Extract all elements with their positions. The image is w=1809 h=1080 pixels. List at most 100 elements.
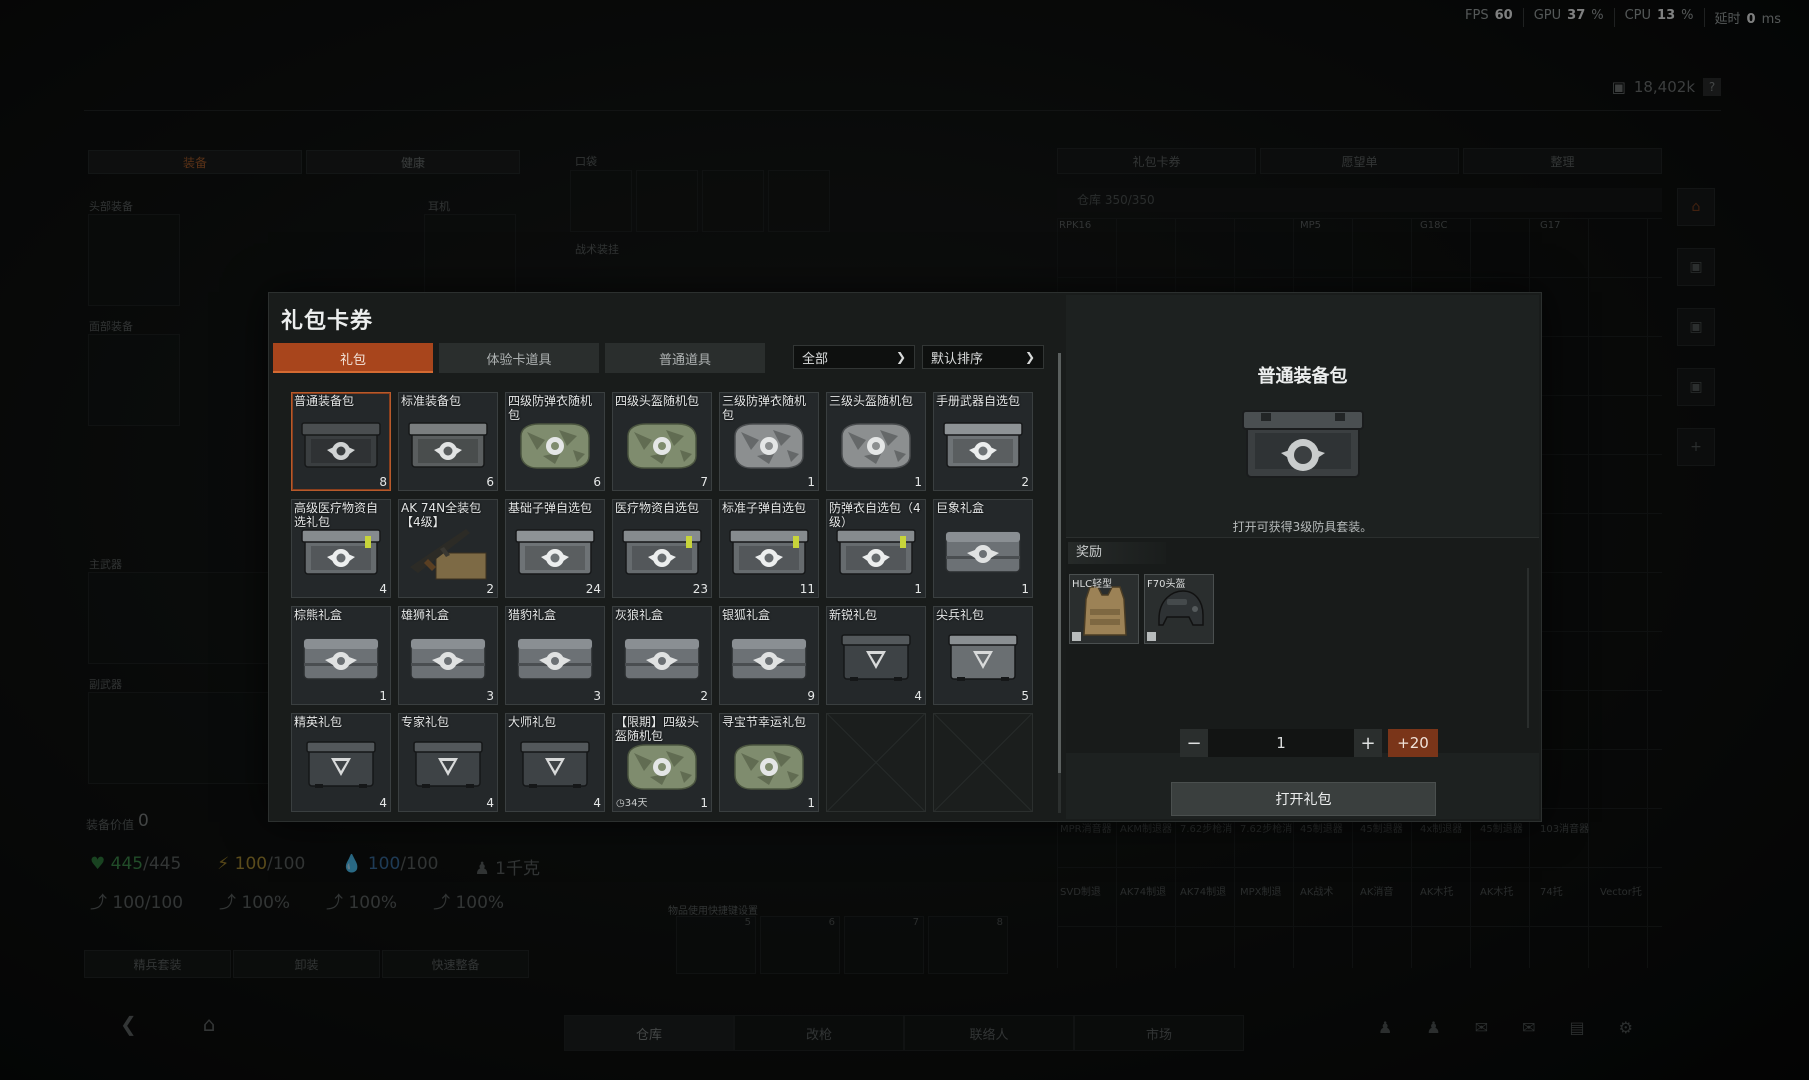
item-tag-icon [1072,632,1081,641]
gift-pack-item[interactable]: 医疗物资自选包 23 [612,499,712,598]
item-count: 1 [807,796,815,810]
case-silver-icon [947,631,1019,689]
item-name: 尖兵礼包 [936,608,985,622]
tab-normal-items[interactable]: 普通道具 [605,343,765,373]
item-tag-icon [1147,632,1156,641]
bag-green-icon [729,737,809,797]
bag-gray-icon [729,416,809,476]
gift-pack-item[interactable]: 高级医疗物资自选礼包 4 [291,499,391,598]
gift-pack-item[interactable]: 专家礼包 4 [398,713,498,812]
gift-pack-item[interactable]: 三级防弹衣随机包 1 [719,392,819,491]
increase-button[interactable]: + [1354,729,1382,757]
clock-icon: ◷ [616,798,625,809]
item-count: 7 [700,475,708,489]
item-name: 大师礼包 [508,715,557,729]
modal-tabs: 礼包 体验卡道具 普通道具 [273,343,765,373]
gift-pack-item[interactable]: 尖兵礼包 5 [933,606,1033,705]
box-silver-icon [408,633,488,687]
gift-pack-item[interactable]: 三级头盔随机包 1 [826,392,926,491]
item-name: 四级头盔随机包 [615,394,700,408]
item-count: 3 [486,689,494,703]
reward-name: HLC轻型 [1072,579,1113,590]
modal-title: 礼包卡券 [281,309,374,334]
scrollbar-thumb[interactable] [1058,353,1061,773]
gift-pack-item[interactable]: AK 74N全装包【4级】 2 [398,499,498,598]
sort-dropdown[interactable]: 默认排序 ❯ [922,345,1044,369]
gift-pack-item[interactable]: 新锐礼包 4 [826,606,926,705]
item-count: 1 [700,796,708,810]
case-dark-icon [519,738,591,796]
item-count: 8 [379,475,387,489]
gift-pack-item[interactable]: 巨象礼盒 1 [933,499,1033,598]
gift-pack-item[interactable]: 手册武器自选包 2 [933,392,1033,491]
gift-pack-item[interactable]: 标准子弹自选包 11 [719,499,819,598]
gift-pack-item[interactable]: 普通装备包 8 [291,392,391,491]
crate-dark-icon [1241,403,1365,489]
item-count: 23 [692,582,708,596]
filter-value: 全部 [802,351,829,367]
gift-pack-item[interactable]: 标准装备包 6 [398,392,498,491]
empty-slot [933,713,1033,812]
case-dark-icon [840,631,912,689]
reward-scrollbar[interactable] [1527,568,1529,728]
item-count: 6 [486,475,494,489]
item-name: AK 74N全装包【4级】 [401,501,482,529]
gift-pack-item[interactable]: 寻宝节幸运礼包 1 [719,713,819,812]
item-count: 4 [486,796,494,810]
gift-card-modal: 礼包卡券 ✕ 礼包 体验卡道具 普通道具 全部 ❯ 默认排序 ❯ 普通装备包8标… [268,292,1542,822]
item-count: 4 [593,796,601,810]
item-count: 4 [914,689,922,703]
filter-dropdown[interactable]: 全部 ❯ [793,345,915,369]
gift-pack-item[interactable]: 灰狼礼盒 2 [612,606,712,705]
case-dark-icon [412,738,484,796]
reward-item[interactable]: HLC轻型 [1069,574,1139,644]
gift-pack-item[interactable]: 四级防弹衣随机包 6 [505,392,605,491]
grid-scrollbar[interactable] [1058,353,1061,813]
item-name: 巨象礼盒 [936,501,985,515]
gift-pack-item[interactable]: 【限期】四级头盔随机包 ◷34天 1 [612,713,712,812]
gift-pack-item[interactable]: 防弹衣自选包（4级） 1 [826,499,926,598]
gift-pack-item[interactable]: 精英礼包 4 [291,713,391,812]
reward-item[interactable]: F70头盔 [1144,574,1214,644]
gift-pack-item[interactable]: 基础子弹自选包 24 [505,499,605,598]
item-name: 【限期】四级头盔随机包 [615,715,700,743]
gift-pack-item[interactable]: 大师礼包 4 [505,713,605,812]
tab-gift-packs[interactable]: 礼包 [273,343,433,373]
bag-green-icon [622,416,702,476]
item-name: 高级医疗物资自选礼包 [294,501,379,529]
crate-silver-icon [943,417,1023,475]
gift-pack-item[interactable]: 银狐礼盒 9 [719,606,819,705]
helmet-icon [1158,590,1204,626]
box-silver-icon [622,633,702,687]
open-pack-button[interactable]: 打开礼包 [1171,782,1436,816]
tab-trial-cards[interactable]: 体验卡道具 [439,343,599,373]
box-silver-icon [729,633,809,687]
item-name: 四级防弹衣随机包 [508,394,593,422]
decrease-button[interactable]: − [1180,729,1208,757]
item-name: 灰狼礼盒 [615,608,664,622]
vest-icon [1083,586,1127,636]
gift-pack-item[interactable]: 四级头盔随机包 7 [612,392,712,491]
item-count: 2 [1021,475,1029,489]
item-count: 2 [486,582,494,596]
item-count: 3 [593,689,601,703]
item-name: 精英礼包 [294,715,343,729]
quantity-input[interactable] [1208,729,1354,757]
item-name: 雄狮礼盒 [401,608,450,622]
gift-pack-item[interactable]: 猎豹礼盒 3 [505,606,605,705]
item-name: 基础子弹自选包 [508,501,593,515]
item-count: 24 [585,582,601,596]
item-count: 11 [799,582,815,596]
gift-pack-item[interactable]: 棕熊礼盒 1 [291,606,391,705]
bag-green-icon [622,737,702,797]
chevron-down-icon: ❯ [1024,350,1035,364]
box-silver-icon [515,633,595,687]
gift-pack-item[interactable]: 雄狮礼盒 3 [398,606,498,705]
item-count: 1 [1021,582,1029,596]
detail-description: 打开可获得3级防具套装。 [1232,520,1373,534]
case-dark-icon [305,738,377,796]
item-count: 4 [379,582,387,596]
expiry-timer: ◷34天 [616,798,648,809]
item-name: 手册武器自选包 [936,394,1021,408]
add-max-button[interactable]: +20 [1388,729,1438,757]
